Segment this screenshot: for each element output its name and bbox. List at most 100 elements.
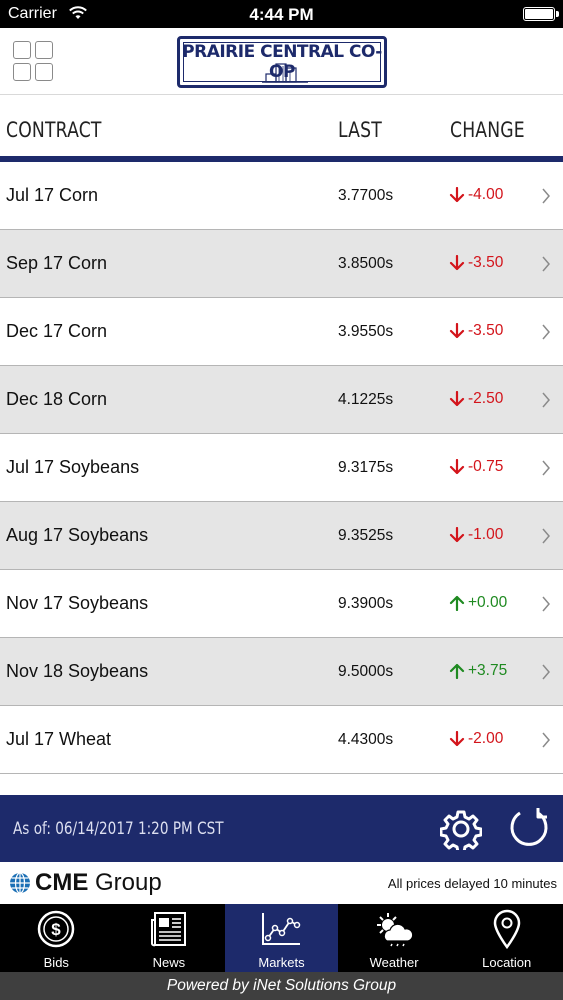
arrow-down-icon <box>449 731 465 747</box>
cme-brand-rest: Group <box>88 869 162 896</box>
clock: 4:44 PM <box>249 5 314 24</box>
column-header-contract: CONTRACT <box>6 118 102 142</box>
contract-row[interactable]: Dec 18 Corn 4.1225s -2.50 <box>0 366 563 434</box>
change-value: -2.50 <box>468 390 504 407</box>
price-change: +0.00 <box>449 594 507 612</box>
price-change: +3.75 <box>449 662 507 680</box>
location-pin-icon <box>493 909 520 949</box>
price-change: -3.50 <box>449 254 503 272</box>
tab-markets[interactable]: Markets <box>225 904 338 972</box>
tab-label-bids: Bids <box>43 955 69 970</box>
coop-logo: PRAIRIE CENTRAL CO-OP <box>177 36 387 88</box>
contract-name: Jul 17 Wheat <box>6 729 112 749</box>
last-price: 9.3525s <box>338 527 394 544</box>
contract-row[interactable]: Jul 17 Corn 3.7700s -4.00 <box>0 162 563 230</box>
contract-row[interactable]: Jul 17 Wheat 4.4300s -2.00 <box>0 706 563 774</box>
last-price: 3.7700s <box>338 187 394 204</box>
last-price: 3.9550s <box>338 323 394 340</box>
cme-brand-bold: CME <box>35 869 89 896</box>
contract-name: Jul 17 Corn <box>6 185 99 205</box>
tab-weather[interactable]: Weather <box>338 904 451 972</box>
tab-location[interactable]: Location <box>450 904 563 972</box>
contract-row[interactable]: Jul 17 Soybeans 9.3175s -0.75 <box>0 434 563 502</box>
chevron-right-icon <box>542 324 550 340</box>
price-change: -4.00 <box>449 186 503 204</box>
cme-group-logo: CME Group <box>9 869 162 897</box>
contract-row[interactable]: Aug 17 Soybeans 9.3525s -1.00 <box>0 502 563 570</box>
chevron-right-icon <box>542 188 550 204</box>
price-change: -1.00 <box>449 526 503 544</box>
as-of-timestamp: As of: 06/14/2017 1:20 PM CST <box>13 819 224 839</box>
arrow-down-icon <box>449 391 465 407</box>
contract-name: Aug 17 Soybeans <box>6 525 149 545</box>
contract-name: Nov 17 Soybeans <box>6 593 149 613</box>
change-value: +0.00 <box>468 594 508 611</box>
last-price: 4.1225s <box>338 391 394 408</box>
change-value: -2.00 <box>468 730 504 747</box>
battery-icon <box>523 7 559 21</box>
contract-name: Jul 17 Soybeans <box>6 457 140 477</box>
contract-name: Dec 18 Corn <box>6 389 108 409</box>
refresh-icon[interactable] <box>508 807 550 849</box>
contract-row[interactable]: Dec 17 Corn 3.9550s -3.50 <box>0 298 563 366</box>
cme-bar: CME Group All prices delayed 10 minutes <box>0 862 563 904</box>
change-value: -4.00 <box>468 186 504 203</box>
contract-name: Sep 17 Corn <box>6 253 108 273</box>
status-bar: Carrier 4:44 PM <box>0 0 563 28</box>
menu-grid-icon[interactable] <box>13 41 55 83</box>
chart-icon <box>262 913 301 945</box>
tab-news[interactable]: News <box>113 904 226 972</box>
change-value: -0.75 <box>468 458 504 475</box>
chevron-right-icon <box>542 256 550 272</box>
change-value: -3.50 <box>468 254 504 271</box>
price-change: -3.50 <box>449 322 503 340</box>
column-header-last: LAST <box>338 118 382 142</box>
tab-label-news: News <box>152 955 186 970</box>
tab-bids[interactable]: $ Bids <box>0 904 113 972</box>
contract-name: Dec 17 Corn <box>6 321 108 341</box>
delay-notice: All prices delayed 10 minutes <box>387 876 557 891</box>
price-change: -2.00 <box>449 730 503 748</box>
last-price: 9.3900s <box>338 595 394 612</box>
arrow-down-icon <box>449 187 465 203</box>
contract-row[interactable]: Nov 18 Soybeans 9.5000s +3.75 <box>0 638 563 706</box>
powered-by: Powered by iNet Solutions Group <box>0 972 563 1000</box>
chevron-right-icon <box>542 596 550 612</box>
price-change: -2.50 <box>449 390 503 408</box>
globe-icon <box>10 872 30 894</box>
arrow-down-icon <box>449 459 465 475</box>
last-price: 9.3175s <box>338 459 394 476</box>
chevron-right-icon <box>542 732 550 748</box>
tab-bar: $ Bids News Markets Weather Location <box>0 904 563 972</box>
arrow-down-icon <box>449 527 465 543</box>
newspaper-icon <box>150 912 186 947</box>
price-change: -0.75 <box>449 458 503 476</box>
change-value: -3.50 <box>468 322 504 339</box>
weather-icon <box>377 913 414 947</box>
chevron-right-icon <box>542 664 550 680</box>
contract-name: Nov 18 Soybeans <box>6 661 149 681</box>
change-value: +3.75 <box>468 662 508 679</box>
tab-label-markets: Markets <box>258 955 305 970</box>
arrow-down-icon <box>449 255 465 271</box>
tab-label-location: Location <box>482 955 532 970</box>
contract-row[interactable]: Sep 17 Corn 3.8500s -3.50 <box>0 230 563 298</box>
arrow-up-icon <box>449 595 465 611</box>
dollar-icon: $ <box>38 910 75 948</box>
last-price: 3.8500s <box>338 255 394 272</box>
grain-elevator-icon <box>262 63 308 83</box>
last-price: 9.5000s <box>338 663 394 680</box>
gear-icon[interactable] <box>440 808 482 850</box>
svg-text:$: $ <box>52 920 62 939</box>
chevron-right-icon <box>542 528 550 544</box>
chevron-right-icon <box>542 460 550 476</box>
arrow-up-icon <box>449 663 465 679</box>
column-header-change: CHANGE <box>450 118 525 142</box>
arrow-down-icon <box>449 323 465 339</box>
update-bar: As of: 06/14/2017 1:20 PM CST <box>0 795 563 862</box>
last-price: 4.4300s <box>338 731 394 748</box>
change-value: -1.00 <box>468 526 504 543</box>
contract-row[interactable]: Nov 17 Soybeans 9.3900s +0.00 <box>0 570 563 638</box>
chevron-right-icon <box>542 392 550 408</box>
tab-label-weather: Weather <box>369 955 419 970</box>
